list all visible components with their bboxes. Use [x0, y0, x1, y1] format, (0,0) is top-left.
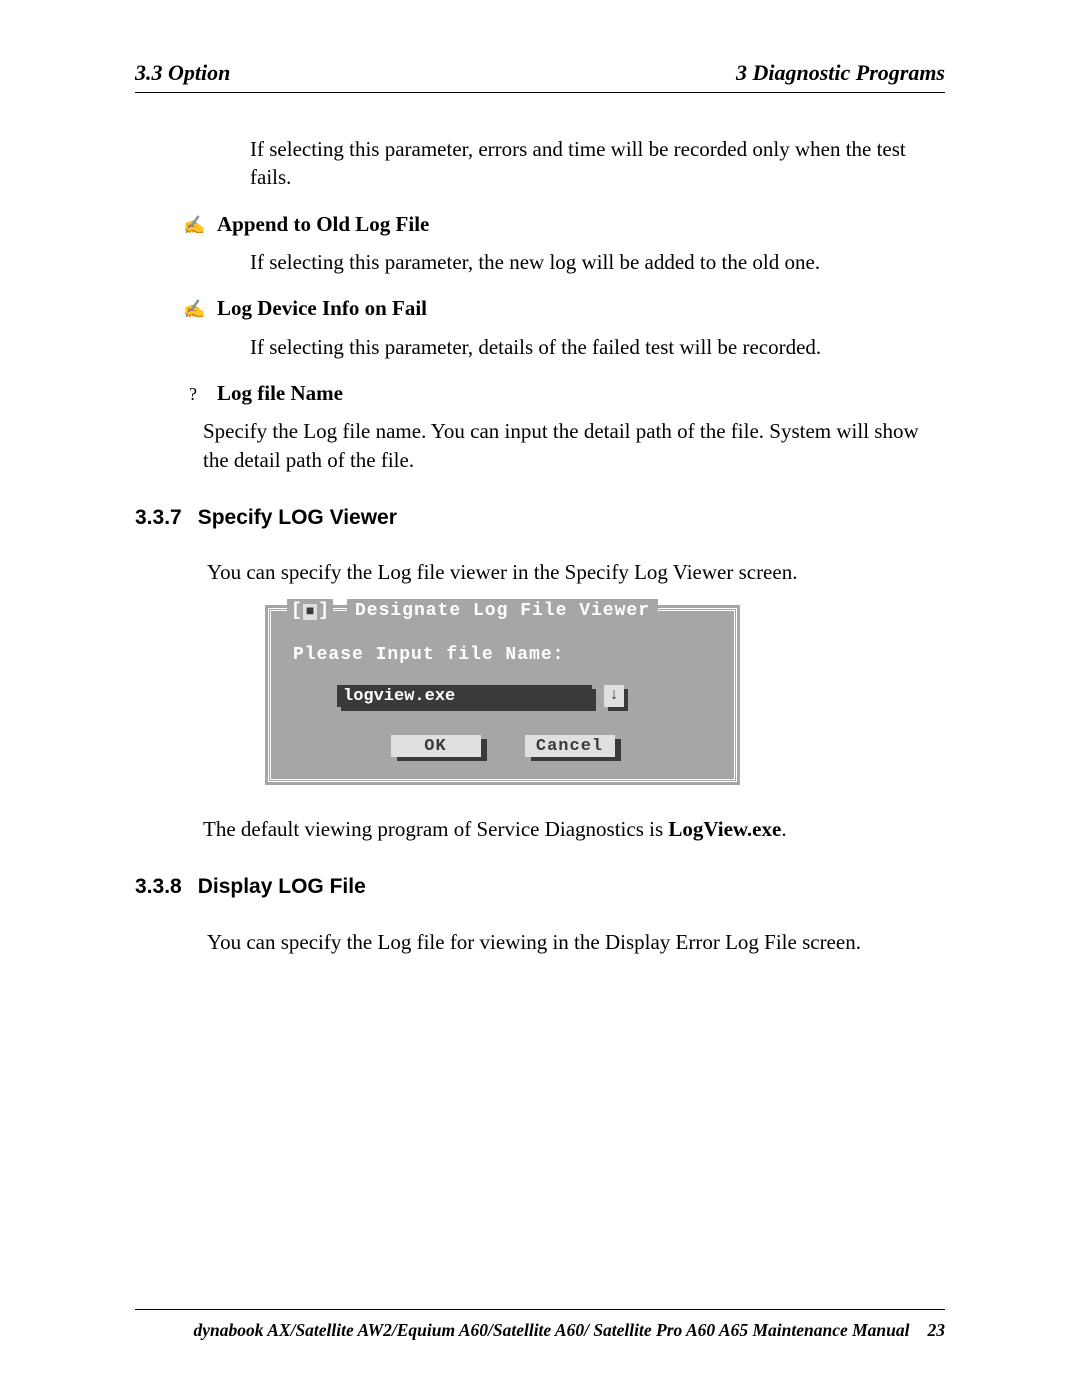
- intro-paragraph: If selecting this parameter, errors and …: [250, 135, 945, 192]
- section-title: Display LOG File: [198, 873, 366, 901]
- section-337-intro: You can specify the Log file viewer in t…: [207, 558, 945, 586]
- bullet-item: ✍ Append to Old Log File: [183, 210, 945, 238]
- default-text-post: .: [781, 817, 786, 841]
- dialog-input-row: ↓: [337, 685, 716, 707]
- bullet-title: Log Device Info on Fail: [217, 294, 427, 322]
- dialog-title-bar: Designate Log File Viewer: [271, 599, 734, 623]
- default-text-pre: The default viewing program of Service D…: [203, 817, 668, 841]
- section-number: 3.3.7: [135, 504, 182, 532]
- default-text-bold: LogView.exe: [668, 817, 781, 841]
- page-body: If selecting this parameter, errors and …: [135, 135, 945, 956]
- section-338-intro: You can specify the Log file for viewing…: [207, 928, 945, 956]
- section-heading-338: 3.3.8 Display LOG File: [135, 873, 945, 901]
- header-section-left: 3.3 Option: [135, 60, 230, 86]
- bullet-item: ✍ Log Device Info on Fail: [183, 294, 945, 322]
- page-footer: dynabook AX/Satellite AW2/Equium A60/Sat…: [135, 1309, 945, 1341]
- section-337-default: The default viewing program of Service D…: [203, 815, 945, 843]
- question-icon: ?: [183, 382, 203, 406]
- section-number: 3.3.8: [135, 873, 182, 901]
- footer-text: dynabook AX/Satellite AW2/Equium A60/Sat…: [194, 1320, 910, 1341]
- pencil-icon: ✍: [183, 213, 203, 237]
- bullet-title: Log file Name: [217, 379, 343, 407]
- bullet-body: If selecting this parameter, the new log…: [250, 248, 945, 276]
- ok-button[interactable]: OK: [391, 735, 481, 757]
- document-page: 3.3 Option 3 Diagnostic Programs If sele…: [0, 0, 1080, 1397]
- pencil-icon: ✍: [183, 297, 203, 321]
- footer-page-number: 23: [928, 1320, 946, 1341]
- cancel-button[interactable]: Cancel: [525, 735, 615, 757]
- bullet-item: ? Log file Name: [183, 379, 945, 407]
- section-heading-337: 3.3.7 Specify LOG Viewer: [135, 504, 945, 532]
- dialog-button-row: OK Cancel: [289, 735, 716, 757]
- dialog-frame: [■] Designate Log File Viewer Please Inp…: [268, 608, 737, 782]
- dialog-prompt: Please Input file Name:: [293, 643, 716, 667]
- page-header: 3.3 Option 3 Diagnostic Programs: [135, 60, 945, 93]
- section-title: Specify LOG Viewer: [198, 504, 397, 532]
- bullet-body: If selecting this parameter, details of …: [250, 333, 945, 361]
- log-viewer-filename-input[interactable]: [337, 685, 592, 707]
- dropdown-arrow-icon[interactable]: ↓: [604, 685, 624, 707]
- bullet-title: Append to Old Log File: [217, 210, 429, 238]
- dialog-outer: [■] Designate Log File Viewer Please Inp…: [265, 605, 740, 785]
- log-viewer-dialog: [■] Designate Log File Viewer Please Inp…: [265, 605, 740, 785]
- header-section-right: 3 Diagnostic Programs: [736, 60, 945, 86]
- dialog-title: Designate Log File Viewer: [347, 599, 658, 623]
- bullet-body: Specify the Log file name. You can input…: [203, 417, 945, 474]
